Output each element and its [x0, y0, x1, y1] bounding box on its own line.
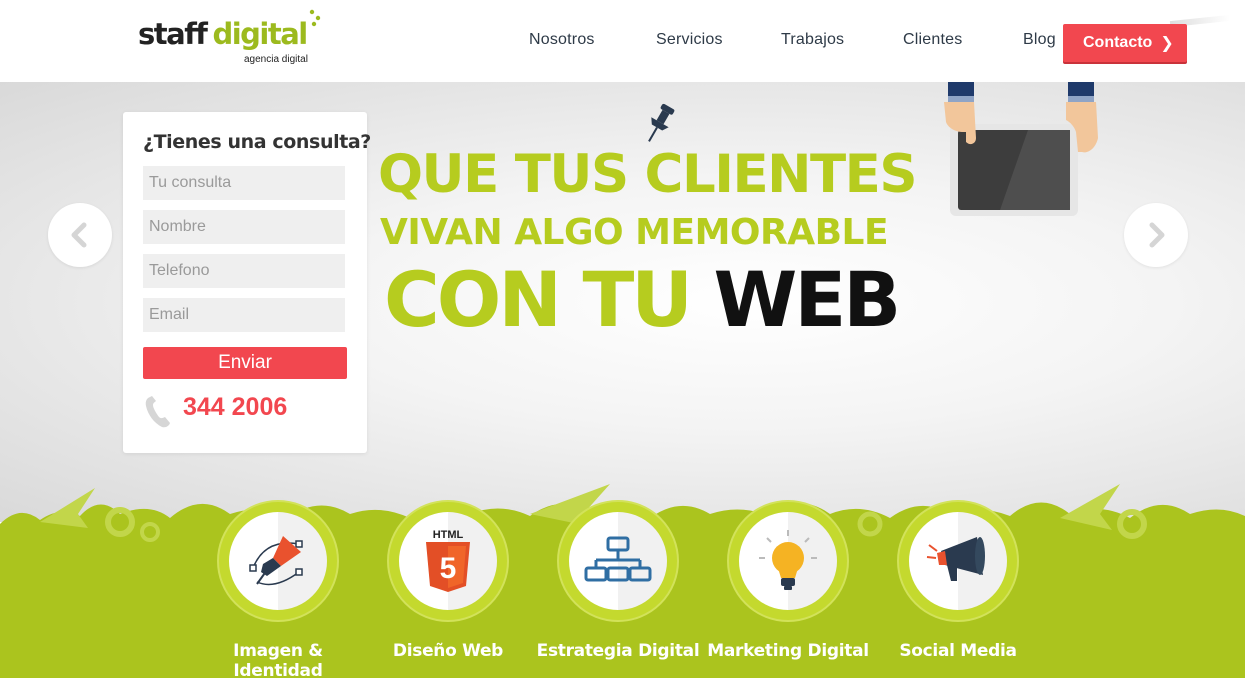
- service-label: Estrategia Digital: [536, 641, 700, 661]
- quick-contact-form: ¿Tienes una consulta? Enviar 344 2006: [123, 112, 371, 453]
- service-marketing-digital[interactable]: Marketing Digital: [707, 500, 869, 661]
- site-header: staff digital agencia digital Nosotros Se…: [0, 0, 1245, 82]
- chevron-right-icon: ❯: [1160, 35, 1174, 52]
- slider-prev-button[interactable]: [48, 203, 112, 267]
- chevron-left-icon: [71, 222, 87, 248]
- hero-slider: ¿Tienes una consulta? Enviar 344 2006 QU…: [0, 82, 1245, 522]
- email-input[interactable]: [143, 298, 345, 332]
- hero-headline-line1: QUE TUS CLIENTES: [378, 144, 918, 205]
- logo-dots-icon: [309, 9, 321, 27]
- service-label: Marketing Digital: [707, 641, 869, 661]
- nav-item-nosotros[interactable]: Nosotros: [529, 31, 595, 49]
- chevron-right-icon: [1149, 222, 1165, 248]
- services-section: Imagen & Identidad HTML 5 Diseño Web Est…: [0, 484, 1245, 678]
- contact-button-label: Contacto: [1083, 34, 1153, 51]
- service-label: Diseño Web: [392, 641, 504, 661]
- service-social-media[interactable]: Social Media: [897, 500, 1019, 661]
- logo-staff-text: staff: [138, 17, 208, 51]
- contact-button[interactable]: Contacto ❯: [1063, 24, 1187, 62]
- hero-headline-con-tu: CON TU: [384, 255, 693, 344]
- service-diseno-web[interactable]: HTML 5 Diseño Web: [387, 500, 509, 661]
- nav-item-clientes[interactable]: Clientes: [903, 31, 962, 49]
- service-imagen-identidad[interactable]: Imagen & Identidad: [217, 500, 339, 678]
- service-icon-ring: [557, 500, 679, 622]
- logo-digital-text: digital: [212, 17, 308, 51]
- megaphone-icon: [926, 537, 985, 581]
- logo-tagline: agencia digital: [244, 54, 308, 65]
- html5-icon-badge: 5: [440, 552, 457, 585]
- service-icon-circle: [569, 512, 667, 610]
- service-icon-ring: HTML 5: [387, 500, 509, 622]
- send-button[interactable]: Enviar: [143, 347, 347, 379]
- name-input[interactable]: [143, 210, 345, 244]
- phone-number[interactable]: 344 2006: [183, 393, 287, 422]
- pushpin-icon: [648, 103, 675, 142]
- hero-headline-line3: CON TU WEB: [384, 255, 924, 344]
- hero-headline-line2: VIVAN ALGO MEMORABLE: [380, 212, 889, 253]
- nav-item-blog[interactable]: Blog: [1023, 31, 1056, 49]
- lightbulb-icon: [759, 530, 817, 590]
- logo[interactable]: staff digital agencia digital: [138, 9, 328, 72]
- slider-next-button[interactable]: [1124, 203, 1188, 267]
- logo-wordmark: staff digital: [138, 16, 308, 52]
- service-icon-circle: HTML 5: [399, 512, 497, 610]
- nav-item-trabajos[interactable]: Trabajos: [781, 31, 844, 49]
- html5-icon: HTML 5: [426, 529, 470, 592]
- service-estrategia-digital[interactable]: Estrategia Digital: [537, 500, 700, 661]
- nav-item-servicios[interactable]: Servicios: [656, 31, 723, 49]
- service-icon-ring: [217, 500, 339, 622]
- service-icon-ring: [897, 500, 1019, 622]
- service-icon-circle: [909, 512, 1007, 610]
- sitemap-icon: [584, 536, 652, 582]
- query-input[interactable]: [143, 166, 345, 200]
- pen-tool-icon: [249, 536, 303, 586]
- phone-icon: [145, 396, 170, 428]
- service-label: Imagen & Identidad: [233, 641, 323, 678]
- service-icon-circle: [739, 512, 837, 610]
- html5-icon-text: HTML: [433, 529, 464, 541]
- phone-input[interactable]: [143, 254, 345, 288]
- service-icon-circle: [229, 512, 327, 610]
- service-icon-ring: [727, 500, 849, 622]
- service-label: Social Media: [899, 641, 1017, 661]
- tablet-hands-illustration: [944, 82, 1098, 216]
- form-title: ¿Tienes una consulta?: [143, 131, 371, 153]
- hero-headline-web: WEB: [713, 255, 901, 344]
